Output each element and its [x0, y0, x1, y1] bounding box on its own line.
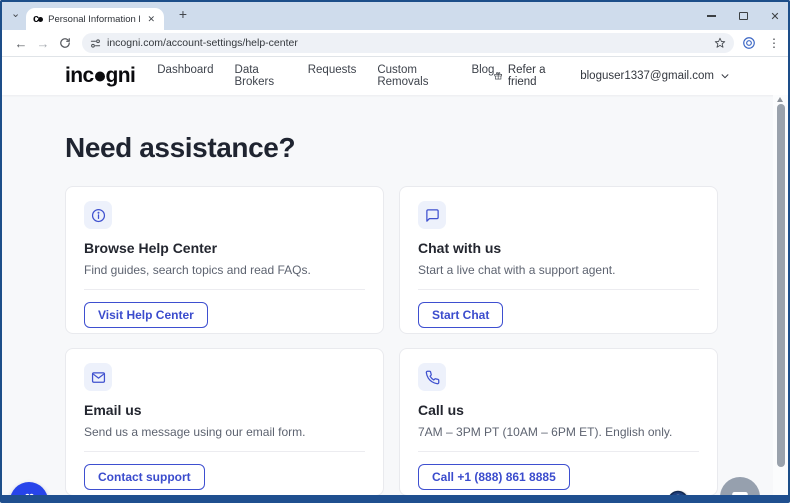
- nav-custom-removals[interactable]: Custom Removals: [377, 64, 450, 88]
- card-description: Send us a message using our email form.: [84, 425, 365, 439]
- mail-icon: [91, 370, 106, 385]
- close-window-button[interactable]: ✕: [768, 9, 782, 23]
- reload-button[interactable]: [54, 37, 76, 49]
- divider: [418, 451, 699, 452]
- assistance-cards: Browse Help Center Find guides, search t…: [65, 186, 730, 496]
- divider: [84, 451, 365, 452]
- card-email-us: Email us Send us a message using our ema…: [65, 348, 384, 496]
- incogni-logo[interactable]: incgni: [65, 64, 135, 88]
- new-tab-button[interactable]: +: [174, 6, 192, 22]
- card-description: Find guides, search topics and read FAQs…: [84, 263, 365, 277]
- site-settings-icon[interactable]: [90, 38, 101, 49]
- minimize-button[interactable]: [704, 9, 718, 23]
- extension-icon[interactable]: [742, 36, 756, 50]
- page-title: Need assistance?: [65, 132, 730, 164]
- tab-title: Personal Information Removal S: [48, 14, 140, 25]
- divider: [418, 289, 699, 290]
- info-icon: [91, 208, 106, 223]
- nav-blog[interactable]: Blog: [471, 64, 494, 88]
- logo-text-pre: inc: [65, 64, 94, 88]
- tab-search-icon[interactable]: ⌄: [11, 7, 20, 20]
- phone-icon: [425, 370, 440, 385]
- logo-dot: [95, 72, 105, 82]
- chevron-down-icon: [720, 71, 730, 81]
- close-tab-icon[interactable]: ✕: [145, 13, 157, 26]
- nav-requests[interactable]: Requests: [308, 64, 357, 88]
- browser-tab[interactable]: incc Personal Information Removal S ✕: [26, 8, 164, 30]
- page-body: Need assistance? Browse Help Center Find…: [2, 95, 788, 503]
- account-email: bloguser1337@gmail.com: [580, 70, 714, 82]
- account-menu[interactable]: bloguser1337@gmail.com: [580, 70, 730, 82]
- nav-data-brokers[interactable]: Data Brokers: [235, 64, 287, 88]
- browser-titlebar: ⌄ incc Personal Information Removal S ✕ …: [2, 2, 788, 30]
- contact-support-button[interactable]: Contact support: [84, 464, 205, 490]
- bookmark-star-icon[interactable]: [714, 37, 726, 49]
- gift-icon: [494, 70, 502, 82]
- card-title: Chat with us: [418, 240, 699, 256]
- scroll-up-button[interactable]: [777, 97, 783, 102]
- forward-button[interactable]: →: [32, 36, 54, 51]
- card-title: Call us: [418, 402, 699, 418]
- browser-window: ⌄ incc Personal Information Removal S ✕ …: [0, 0, 790, 503]
- scrollbar[interactable]: [773, 95, 788, 503]
- site-header: incgni Dashboard Data Brokers Requests C…: [2, 57, 788, 95]
- url-bar[interactable]: incogni.com/account-settings/help-center: [82, 33, 734, 53]
- card-chat-with-us: Chat with us Start a live chat with a su…: [399, 186, 718, 334]
- chat-bubble-icon: [729, 486, 751, 503]
- card-title: Email us: [84, 402, 365, 418]
- logo-text-post: gni: [106, 64, 136, 88]
- nav-dashboard[interactable]: Dashboard: [157, 64, 213, 88]
- refer-a-friend-link[interactable]: Refer a friend: [494, 64, 556, 88]
- url-text: incogni.com/account-settings/help-center: [107, 37, 702, 49]
- gift-icon: [21, 493, 38, 503]
- maximize-button[interactable]: [736, 9, 750, 23]
- scrollbar-thumb[interactable]: [777, 104, 785, 467]
- incogni-favicon-icon: incc: [33, 14, 43, 25]
- visit-help-center-button[interactable]: Visit Help Center: [84, 302, 208, 328]
- back-button[interactable]: ←: [10, 36, 32, 51]
- card-call-us: Call us 7AM – 3PM PT (10AM – 6PM ET). En…: [399, 348, 718, 496]
- card-title: Browse Help Center: [84, 240, 365, 256]
- browser-toolbar: ← → incogni.com/account-settings/help-ce…: [2, 30, 788, 57]
- more-menu-icon[interactable]: ⋮: [768, 36, 780, 50]
- call-phone-button[interactable]: Call +1 (888) 861 8885: [418, 464, 570, 490]
- card-description: Start a live chat with a support agent.: [418, 263, 699, 277]
- card-description: 7AM – 3PM PT (10AM – 6PM ET). English on…: [418, 425, 699, 439]
- divider: [84, 289, 365, 290]
- main-nav: Dashboard Data Brokers Requests Custom R…: [157, 64, 494, 88]
- watermark-pc-text: PC: [689, 497, 727, 503]
- card-browse-help-center: Browse Help Center Find guides, search t…: [65, 186, 384, 334]
- chat-icon: [425, 208, 440, 223]
- start-chat-button[interactable]: Start Chat: [418, 302, 503, 328]
